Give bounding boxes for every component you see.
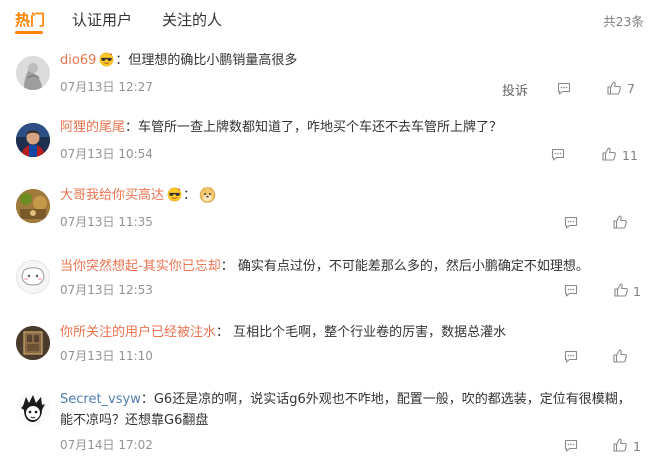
like-count: 1	[633, 439, 641, 454]
comment-time: 07月13日 10:54	[60, 147, 153, 161]
sunglasses-emoji-icon	[99, 52, 114, 67]
like-count: 11	[622, 148, 638, 163]
active-tab-indicator	[15, 31, 43, 34]
comment-username[interactable]: 阿狸的尾尾	[60, 120, 125, 135]
comment-body: 阿狸的尾尾：车管所一查上牌数都知道了，咋地买个车还不去车管所上牌了？	[60, 120, 503, 135]
comment-username[interactable]: dio69	[60, 53, 96, 68]
like-icon[interactable]	[606, 80, 622, 96]
comment-time: 07月13日 11:35	[60, 215, 153, 229]
avatar[interactable]	[16, 123, 50, 157]
reply-icon[interactable]	[550, 147, 566, 163]
avatar[interactable]	[16, 56, 50, 90]
comment-time: 07月13日 12:53	[60, 283, 153, 297]
avatar[interactable]	[16, 260, 50, 294]
like-icon[interactable]	[601, 146, 617, 162]
comment-body: Secret_vsyw：G6还是凉的啊，说实话g6外观也不咋地，配置一般，吹的都…	[60, 392, 631, 428]
tab-following[interactable]: 关注的人	[162, 9, 222, 30]
comment-text: 互相比个毛啊，整个行业卷的厉害，数据总灌水	[233, 325, 507, 340]
like-icon[interactable]	[613, 282, 629, 298]
avatar[interactable]	[16, 189, 50, 223]
comment-username[interactable]: Secret_vsyw	[60, 392, 141, 407]
reply-icon[interactable]	[563, 438, 579, 454]
tab-hot[interactable]: 热门	[15, 9, 45, 30]
avatar[interactable]	[16, 392, 50, 426]
comment-username[interactable]: 大哥我给你买高达	[60, 188, 164, 203]
sunglasses-emoji-icon	[167, 187, 182, 202]
comment-body: dio69 ：但理想的确比小鹏销量高很多	[60, 52, 298, 68]
comment-body: 大哥我给你买高达：	[60, 186, 640, 205]
comment-time: 07月13日 12:27	[60, 80, 153, 94]
tab-verified-users[interactable]: 认证用户	[72, 9, 132, 30]
reply-icon[interactable]	[563, 283, 579, 299]
comment-body: 当你突然想起-其实你已忘却： 确实有点过份，不可能差那么多的，然后小鹏确定不如理…	[60, 259, 589, 274]
comment-tabs: 热门 认证用户 关注的人 共23条	[0, 0, 660, 36]
like-icon[interactable]	[612, 437, 628, 453]
report-link[interactable]: 投诉	[502, 80, 528, 99]
like-count: 1	[633, 284, 641, 299]
doge-emoji-icon	[199, 186, 216, 203]
comment-total: 共23条	[603, 14, 644, 29]
like-icon[interactable]	[612, 214, 628, 230]
comment-body: 你所关注的用户已经被注水： 互相比个毛啊，整个行业卷的厉害，数据总灌水	[60, 325, 507, 340]
comment-text: 车管所一查上牌数都知道了，咋地买个车还不去车管所上牌了？	[138, 120, 503, 135]
avatar[interactable]	[16, 326, 50, 360]
reply-icon[interactable]	[563, 349, 579, 365]
like-icon[interactable]	[612, 348, 628, 364]
comment-time: 07月14日 17:02	[60, 438, 153, 452]
comment-username[interactable]: 你所关注的用户已经被注水	[60, 325, 216, 340]
reply-icon[interactable]	[563, 215, 579, 231]
reply-icon[interactable]	[556, 81, 572, 97]
comment-time: 07月13日 11:10	[60, 349, 153, 363]
comment-text: 但理想的确比小鹏销量高很多	[128, 53, 298, 68]
like-count: 7	[627, 81, 635, 96]
comment-username[interactable]: 当你突然想起-其实你已忘却	[60, 259, 221, 274]
comment-text: 确实有点过份，不可能差那么多的，然后小鹏确定不如理想。	[237, 259, 589, 274]
